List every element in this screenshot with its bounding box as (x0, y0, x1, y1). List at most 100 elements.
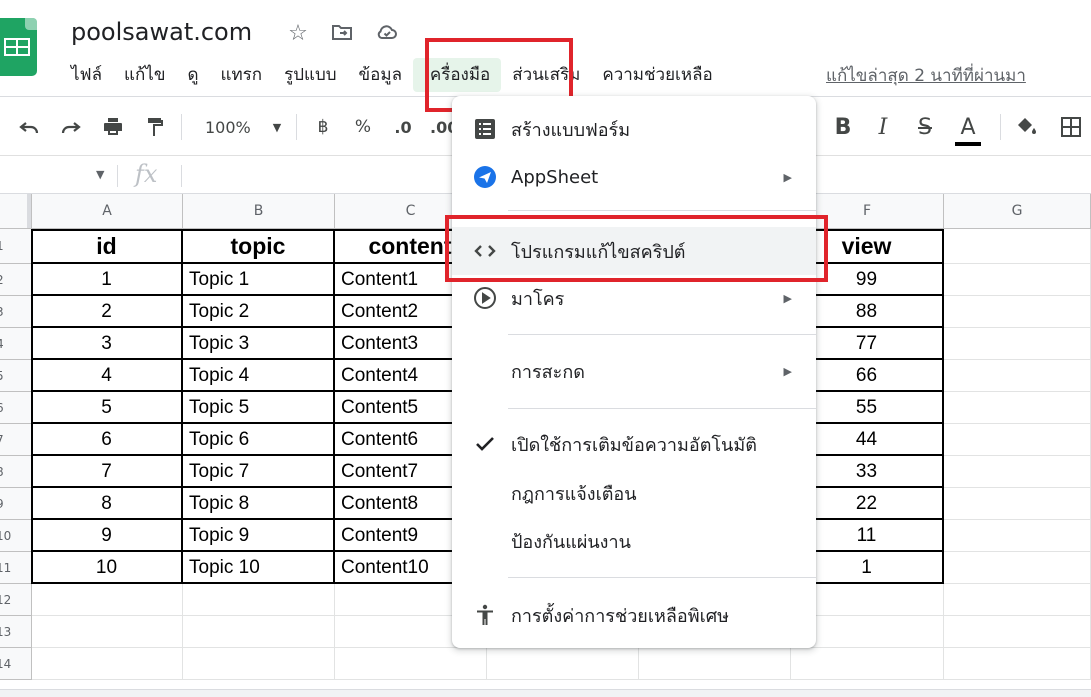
table-cell[interactable] (944, 296, 1091, 328)
table-cell[interactable] (639, 648, 791, 680)
row-header[interactable]: 11 (0, 552, 32, 584)
table-cell[interactable] (32, 648, 183, 680)
table-cell[interactable]: 10 (32, 552, 183, 584)
row-header[interactable]: 14 (0, 648, 32, 680)
table-cell[interactable] (32, 616, 183, 648)
cloud-saved-icon[interactable] (373, 20, 401, 48)
table-cell[interactable] (944, 360, 1091, 392)
move-to-folder-icon[interactable] (328, 20, 356, 48)
table-cell[interactable]: 5 (32, 392, 183, 424)
table-cell[interactable]: Topic 8 (183, 488, 335, 520)
menu-edit[interactable]: แก้ไข (113, 58, 176, 92)
menu-item-autocomplete[interactable]: เปิดใช้การเติมข้อความอัตโนมัติ (452, 420, 816, 468)
row-header[interactable]: 4 (0, 328, 32, 360)
table-cell[interactable] (791, 648, 944, 680)
table-cell[interactable] (183, 584, 335, 616)
table-cell[interactable] (944, 328, 1091, 360)
sheets-logo-icon[interactable] (0, 18, 37, 76)
select-all-corner[interactable] (0, 194, 32, 229)
menu-item-spelling[interactable]: การสะกด ▶ (452, 347, 816, 395)
table-cell[interactable] (944, 552, 1091, 584)
row-header[interactable]: 12 (0, 584, 32, 616)
table-cell[interactable]: Topic 10 (183, 552, 335, 584)
zoom-dropdown-icon[interactable]: ▼ (264, 112, 290, 142)
table-cell[interactable]: Topic 6 (183, 424, 335, 456)
table-cell[interactable] (183, 616, 335, 648)
table-cell[interactable]: 1 (32, 264, 183, 296)
undo-icon[interactable] (16, 112, 42, 142)
table-cell[interactable] (487, 648, 639, 680)
menu-insert[interactable]: แทรก (209, 58, 273, 92)
star-icon[interactable]: ☆ (284, 20, 312, 48)
menu-addons[interactable]: ส่วนเสริม (501, 58, 591, 92)
document-title[interactable]: poolsawat.com (71, 18, 252, 46)
italic-button[interactable]: I (870, 112, 896, 142)
strikethrough-button[interactable]: S (912, 112, 938, 142)
row-header[interactable]: 8 (0, 456, 32, 488)
table-cell[interactable]: 3 (32, 328, 183, 360)
table-cell[interactable] (944, 424, 1091, 456)
column-header[interactable]: B (183, 194, 335, 229)
zoom-select[interactable]: 100% (205, 112, 251, 142)
row-header[interactable]: 5 (0, 360, 32, 392)
table-cell[interactable] (944, 392, 1091, 424)
table-cell[interactable]: Topic 4 (183, 360, 335, 392)
menu-file[interactable]: ไฟล์ (60, 58, 113, 92)
print-icon[interactable] (100, 112, 126, 142)
table-cell[interactable]: Topic 2 (183, 296, 335, 328)
column-header[interactable]: A (32, 194, 183, 229)
menu-item-appsheet[interactable]: AppSheet ▶ (452, 153, 816, 201)
table-cell[interactable]: Topic 3 (183, 328, 335, 360)
table-cell[interactable] (944, 229, 1091, 264)
table-cell[interactable] (32, 584, 183, 616)
table-cell[interactable] (944, 616, 1091, 648)
menu-format[interactable]: รูปแบบ (273, 58, 347, 92)
table-cell[interactable] (944, 520, 1091, 552)
table-cell[interactable] (944, 456, 1091, 488)
table-cell[interactable]: 6 (32, 424, 183, 456)
table-cell[interactable]: 7 (32, 456, 183, 488)
table-cell[interactable]: Topic 9 (183, 520, 335, 552)
last-edit-link[interactable]: แก้ไขล่าสุด 2 นาทีที่ผ่านมา (826, 62, 1026, 89)
table-cell[interactable] (183, 648, 335, 680)
menu-item-notification-rules[interactable]: กฎการแจ้งเตือน (452, 469, 816, 517)
table-cell[interactable]: 2 (32, 296, 183, 328)
table-cell[interactable]: topic (183, 229, 335, 264)
table-cell[interactable] (944, 584, 1091, 616)
menu-item-script-editor[interactable]: โปรแกรมแก้ไขสคริปต์ (452, 227, 816, 275)
row-header[interactable]: 2 (0, 264, 32, 296)
borders-icon[interactable] (1058, 112, 1084, 142)
menu-item-create-form[interactable]: สร้างแบบฟอร์ม (452, 105, 816, 153)
table-cell[interactable] (335, 648, 487, 680)
table-cell[interactable]: Topic 5 (183, 392, 335, 424)
bold-button[interactable]: B (830, 112, 856, 142)
row-header[interactable]: 3 (0, 296, 32, 328)
row-header[interactable]: 9 (0, 488, 32, 520)
currency-format-button[interactable]: ฿ (310, 112, 336, 142)
table-cell[interactable] (944, 488, 1091, 520)
table-cell[interactable]: id (32, 229, 183, 264)
fill-color-icon[interactable] (1014, 112, 1040, 142)
decrease-decimal-button[interactable]: .0 (390, 112, 416, 142)
table-cell[interactable]: Topic 7 (183, 456, 335, 488)
table-cell[interactable] (944, 264, 1091, 296)
text-color-button[interactable]: A (955, 112, 981, 146)
column-header[interactable]: G (944, 194, 1091, 229)
table-cell[interactable] (944, 648, 1091, 680)
table-cell[interactable]: Topic 1 (183, 264, 335, 296)
percent-format-button[interactable]: % (350, 112, 376, 142)
menu-tools[interactable]: เครื่องมือ (413, 58, 502, 92)
menu-item-protect-sheet[interactable]: ป้องกันแผ่นงาน (452, 517, 816, 565)
row-header[interactable]: 10 (0, 520, 32, 552)
table-cell[interactable]: 9 (32, 520, 183, 552)
menu-data[interactable]: ข้อมูล (348, 58, 413, 92)
row-header[interactable]: 13 (0, 616, 32, 648)
redo-icon[interactable] (58, 112, 84, 142)
menu-item-macros[interactable]: มาโคร ▶ (452, 274, 816, 322)
row-header[interactable]: 6 (0, 392, 32, 424)
name-box-dropdown-icon[interactable]: ▼ (96, 168, 104, 181)
row-header[interactable]: 7 (0, 424, 32, 456)
table-cell[interactable]: 8 (32, 488, 183, 520)
table-cell[interactable]: 4 (32, 360, 183, 392)
menu-view[interactable]: ดู (176, 58, 209, 92)
